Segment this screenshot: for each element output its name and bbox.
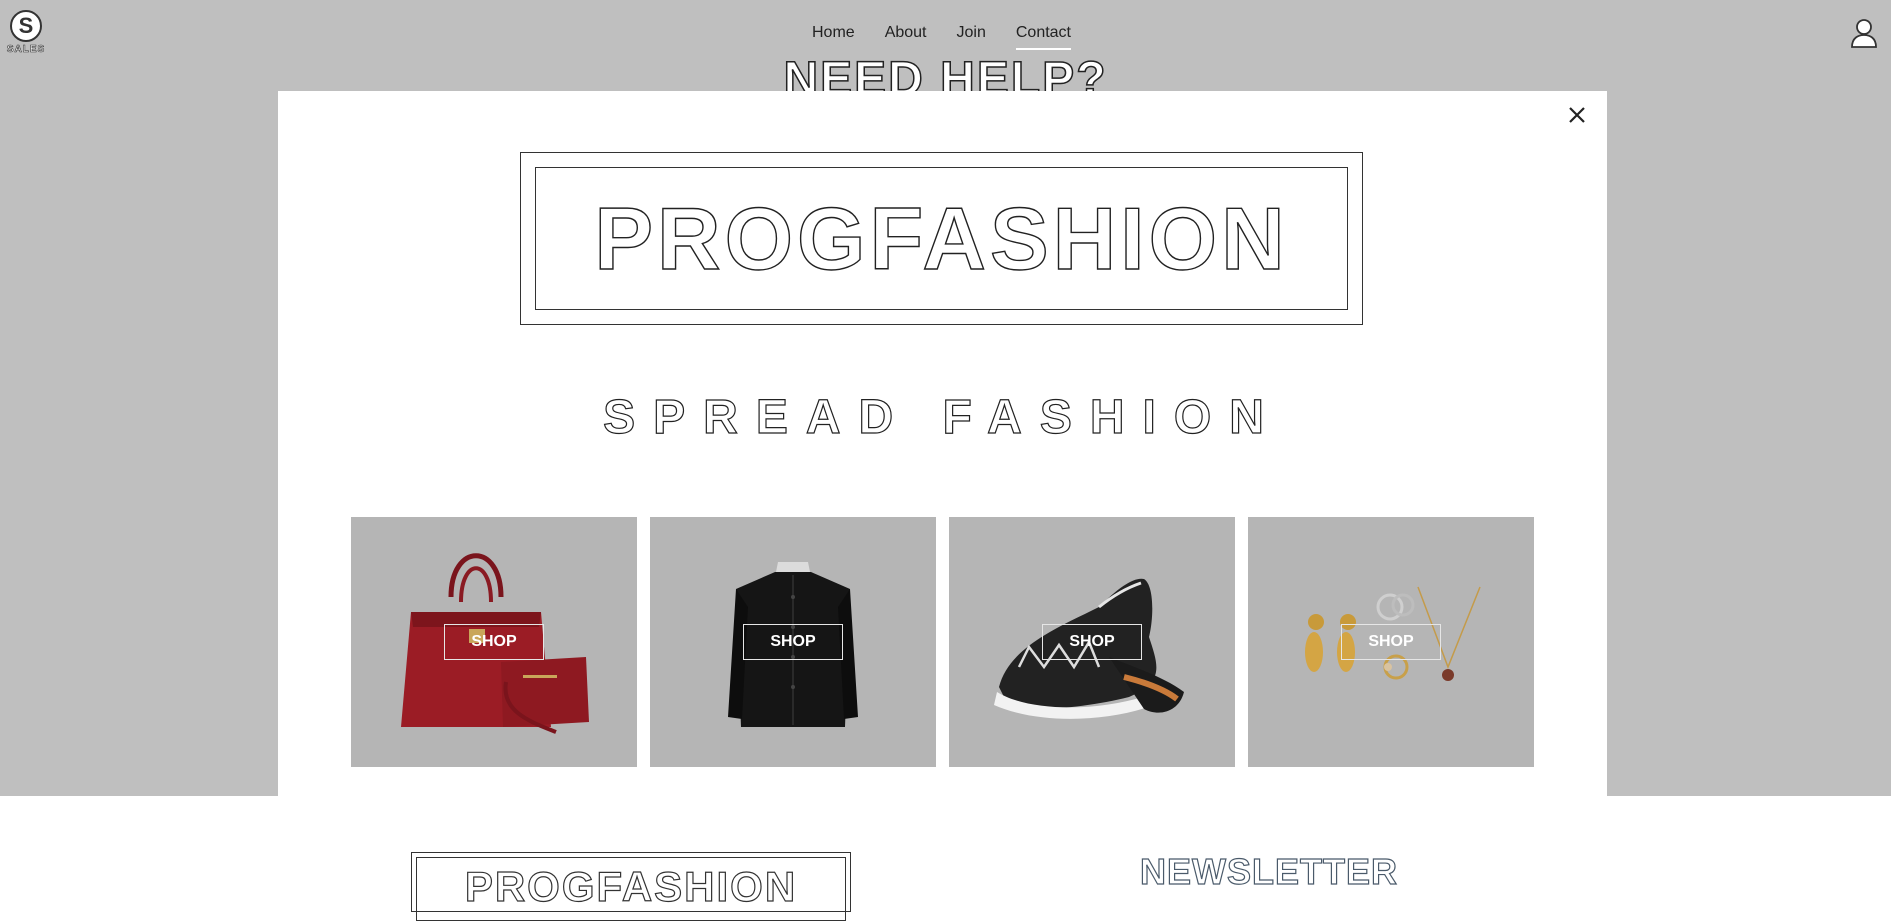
user-icon[interactable] [1850, 18, 1878, 48]
close-icon[interactable] [1565, 103, 1589, 127]
product-card-jacket[interactable]: SHOP [650, 517, 936, 767]
shop-button[interactable]: SHOP [743, 624, 843, 660]
brand-title: PROGFASHION [594, 188, 1289, 288]
shop-button[interactable]: SHOP [444, 624, 544, 660]
footer-brand-frame: PROGFASHION [411, 852, 851, 921]
nav-join[interactable]: Join [957, 24, 986, 50]
product-card-sneaker[interactable]: SHOP [949, 517, 1235, 767]
product-grid: SHOP SHOP SHOP SHOP [351, 517, 1534, 767]
logo-mark: S [10, 10, 42, 42]
newsletter-heading: NEWSLETTER [1139, 851, 1398, 892]
logo-text: SALES [6, 44, 46, 56]
nav-home[interactable]: Home [812, 24, 855, 50]
brand-frame: PROGFASHION [520, 152, 1363, 325]
shop-button[interactable]: SHOP [1341, 624, 1441, 660]
footer-brand-frame-inner: PROGFASHION [416, 857, 846, 921]
nav-about[interactable]: About [885, 24, 927, 50]
footer-brand-title: PROGFASHION [464, 863, 798, 910]
product-card-jewelry[interactable]: SHOP [1248, 517, 1534, 767]
tagline: SPREAD FASHION [603, 391, 1282, 444]
main-nav: Home About Join Contact [812, 24, 1071, 50]
shop-button[interactable]: SHOP [1042, 624, 1142, 660]
site-logo[interactable]: S SALES [7, 10, 45, 55]
nav-contact[interactable]: Contact [1015, 24, 1071, 50]
brand-frame-inner: PROGFASHION [535, 167, 1348, 310]
promo-modal: PROGFASHION SPREAD FASHION SHOP SHOP SHO… [278, 91, 1607, 796]
product-card-handbag[interactable]: SHOP [351, 517, 637, 767]
